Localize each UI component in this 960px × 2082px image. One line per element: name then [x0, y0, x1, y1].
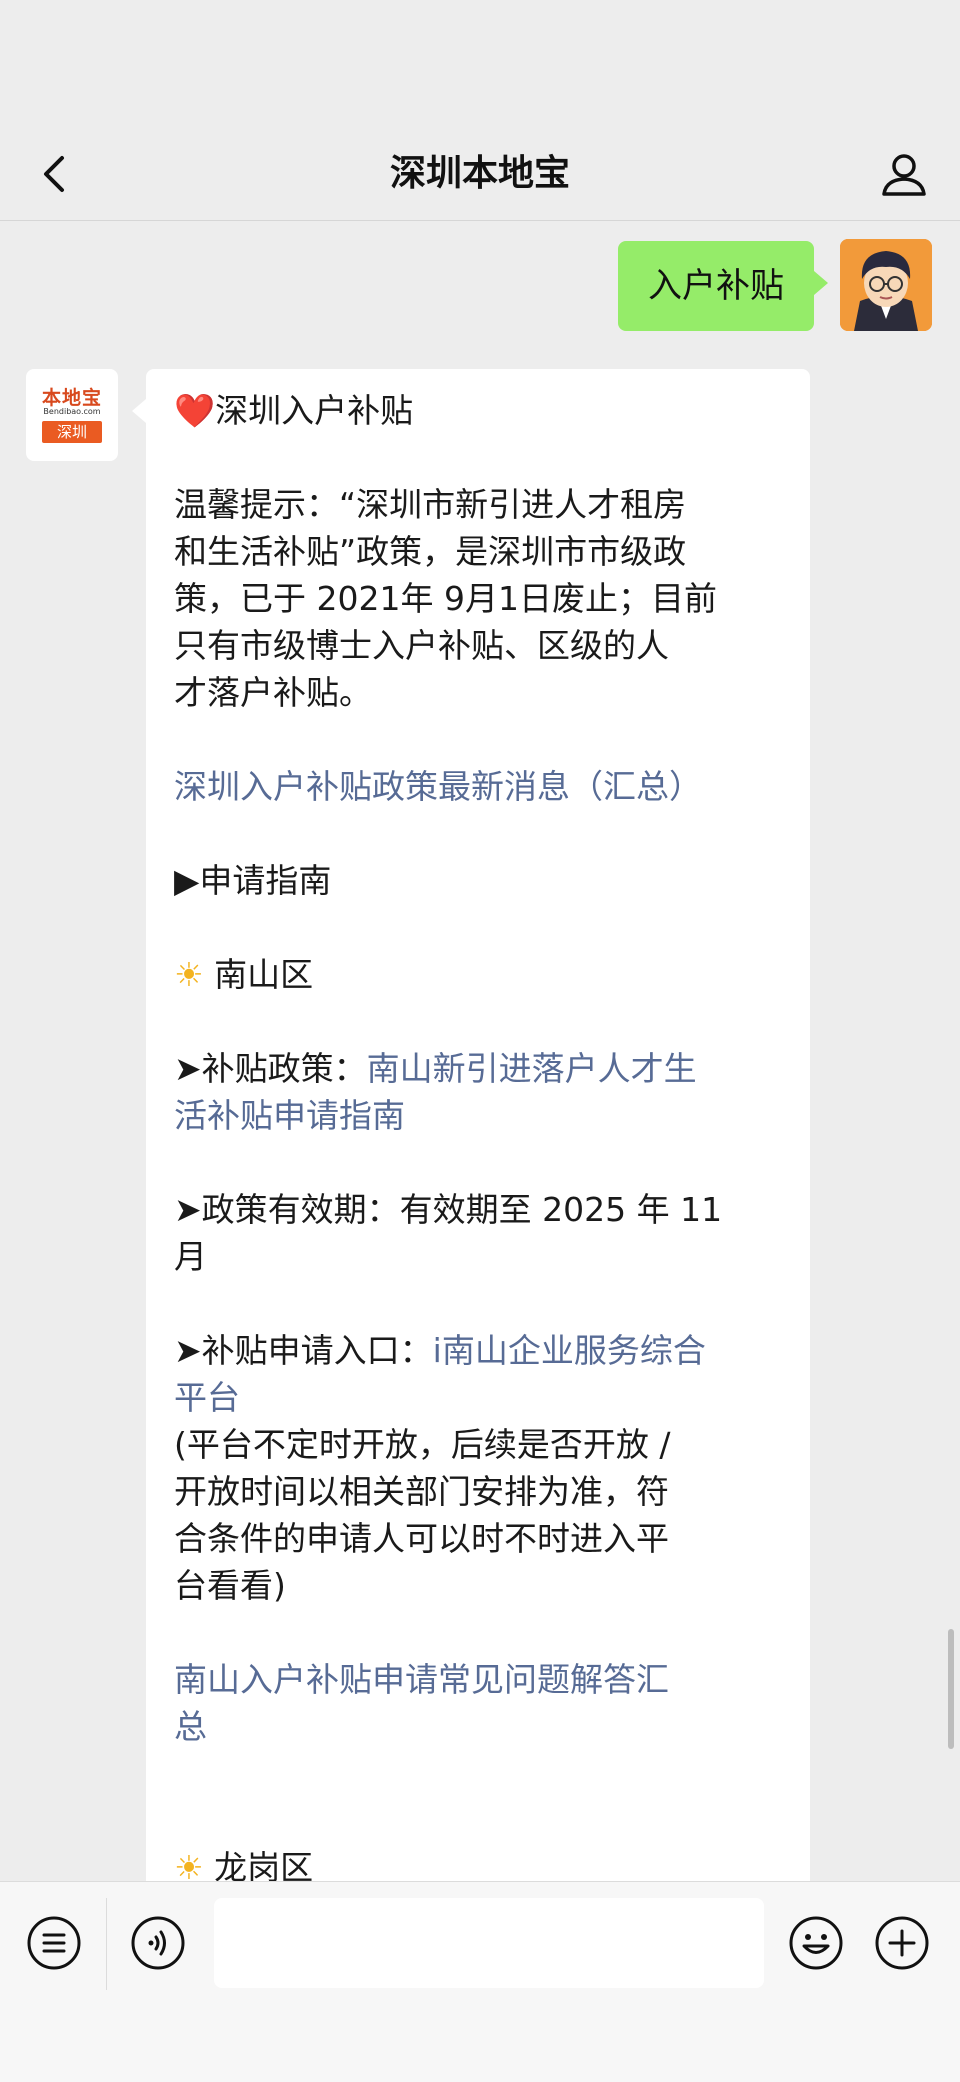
heart-icon: ❤️	[174, 391, 216, 430]
entry-note: 合条件的申请人可以时不时进入平	[174, 1519, 669, 1558]
entry-note: 开放时间以相关部门安排为准，符	[174, 1472, 669, 1511]
tip-line: 只有市级博士入户补贴、区级的人	[174, 626, 669, 665]
logo-subtext: Bendibao.com	[43, 407, 101, 416]
entry-line: ➤补贴申请入口：i南山企业服务综合	[174, 1331, 706, 1370]
user-avatar[interactable]	[840, 239, 932, 331]
entry-note: (平台不定时开放，后续是否开放 /	[174, 1425, 671, 1464]
tip-line: 温馨提示：“深圳市新引进人才租房	[174, 485, 687, 524]
entry-link[interactable]: i南山企业服务综合	[433, 1331, 706, 1370]
message-content: ❤️深圳入户补贴 温馨提示：“深圳市新引进人才租房 和生活补贴”政策，是深圳市市…	[174, 387, 794, 1881]
emoji-icon[interactable]	[786, 1913, 846, 1973]
outgoing-message-bubble[interactable]: 入户补贴	[618, 241, 828, 331]
policy-link[interactable]: 活补贴申请指南	[174, 1092, 794, 1139]
person-icon[interactable]	[876, 146, 932, 202]
logo-text: 本地宝	[41, 387, 102, 409]
district-heading: ☀ 南山区	[174, 955, 314, 994]
outgoing-message-row: 入户补贴	[532, 239, 932, 333]
guide-heading: ▶申请指南	[174, 861, 332, 900]
status-bar	[0, 0, 960, 128]
menu-list-icon[interactable]	[24, 1913, 84, 1973]
sun-icon: ☀	[174, 1848, 204, 1881]
district-heading: ☀ 龙岗区	[174, 1844, 794, 1881]
scrollbar-thumb[interactable]	[948, 1629, 954, 1749]
message-input[interactable]	[214, 1898, 764, 1988]
policy-link[interactable]: 南山新引进落户人才生	[367, 1049, 697, 1088]
incoming-message-bubble: ❤️深圳入户补贴 温馨提示：“深圳市新引进人才租房 和生活补贴”政策，是深圳市市…	[132, 369, 810, 1881]
input-bar	[0, 1881, 960, 2082]
voice-icon[interactable]	[128, 1913, 188, 1973]
plus-icon[interactable]	[872, 1913, 932, 1973]
nav-bar: 深圳本地宝	[0, 128, 960, 221]
logo-city-tag: 深圳	[42, 421, 102, 443]
tip-line: 才落户补贴。	[174, 673, 372, 712]
faq-link[interactable]: 南山入户补贴申请常见问题解答汇	[174, 1656, 794, 1703]
summary-link[interactable]: 深圳入户补贴政策最新消息（汇总）	[174, 763, 794, 810]
message-heading: ❤️深圳入户补贴	[174, 391, 414, 430]
entry-link[interactable]: 平台	[174, 1374, 794, 1421]
bendibao-avatar[interactable]: 本地宝 Bendibao.com 深圳	[26, 369, 118, 461]
tip-line: 策，已于 2021年 9月1日废止；目前	[174, 579, 717, 618]
validity-line: 月	[174, 1237, 207, 1276]
divider	[106, 1898, 107, 1990]
sun-icon: ☀	[174, 955, 204, 994]
policy-line: ➤补贴政策：南山新引进落户人才生	[174, 1049, 697, 1088]
chat-title: 深圳本地宝	[389, 153, 570, 194]
validity-line: ➤政策有效期：有效期至 2025 年 11	[174, 1190, 723, 1229]
entry-note: 台看看)	[174, 1566, 286, 1605]
faq-link[interactable]: 总	[174, 1703, 794, 1750]
tip-line: 和生活补贴”政策，是深圳市市级政	[174, 532, 687, 571]
chat-area[interactable]: 入户补贴 本地宝 Bendibao.com 深圳 ❤️深圳入户补贴 温馨提示：“…	[0, 221, 960, 1881]
